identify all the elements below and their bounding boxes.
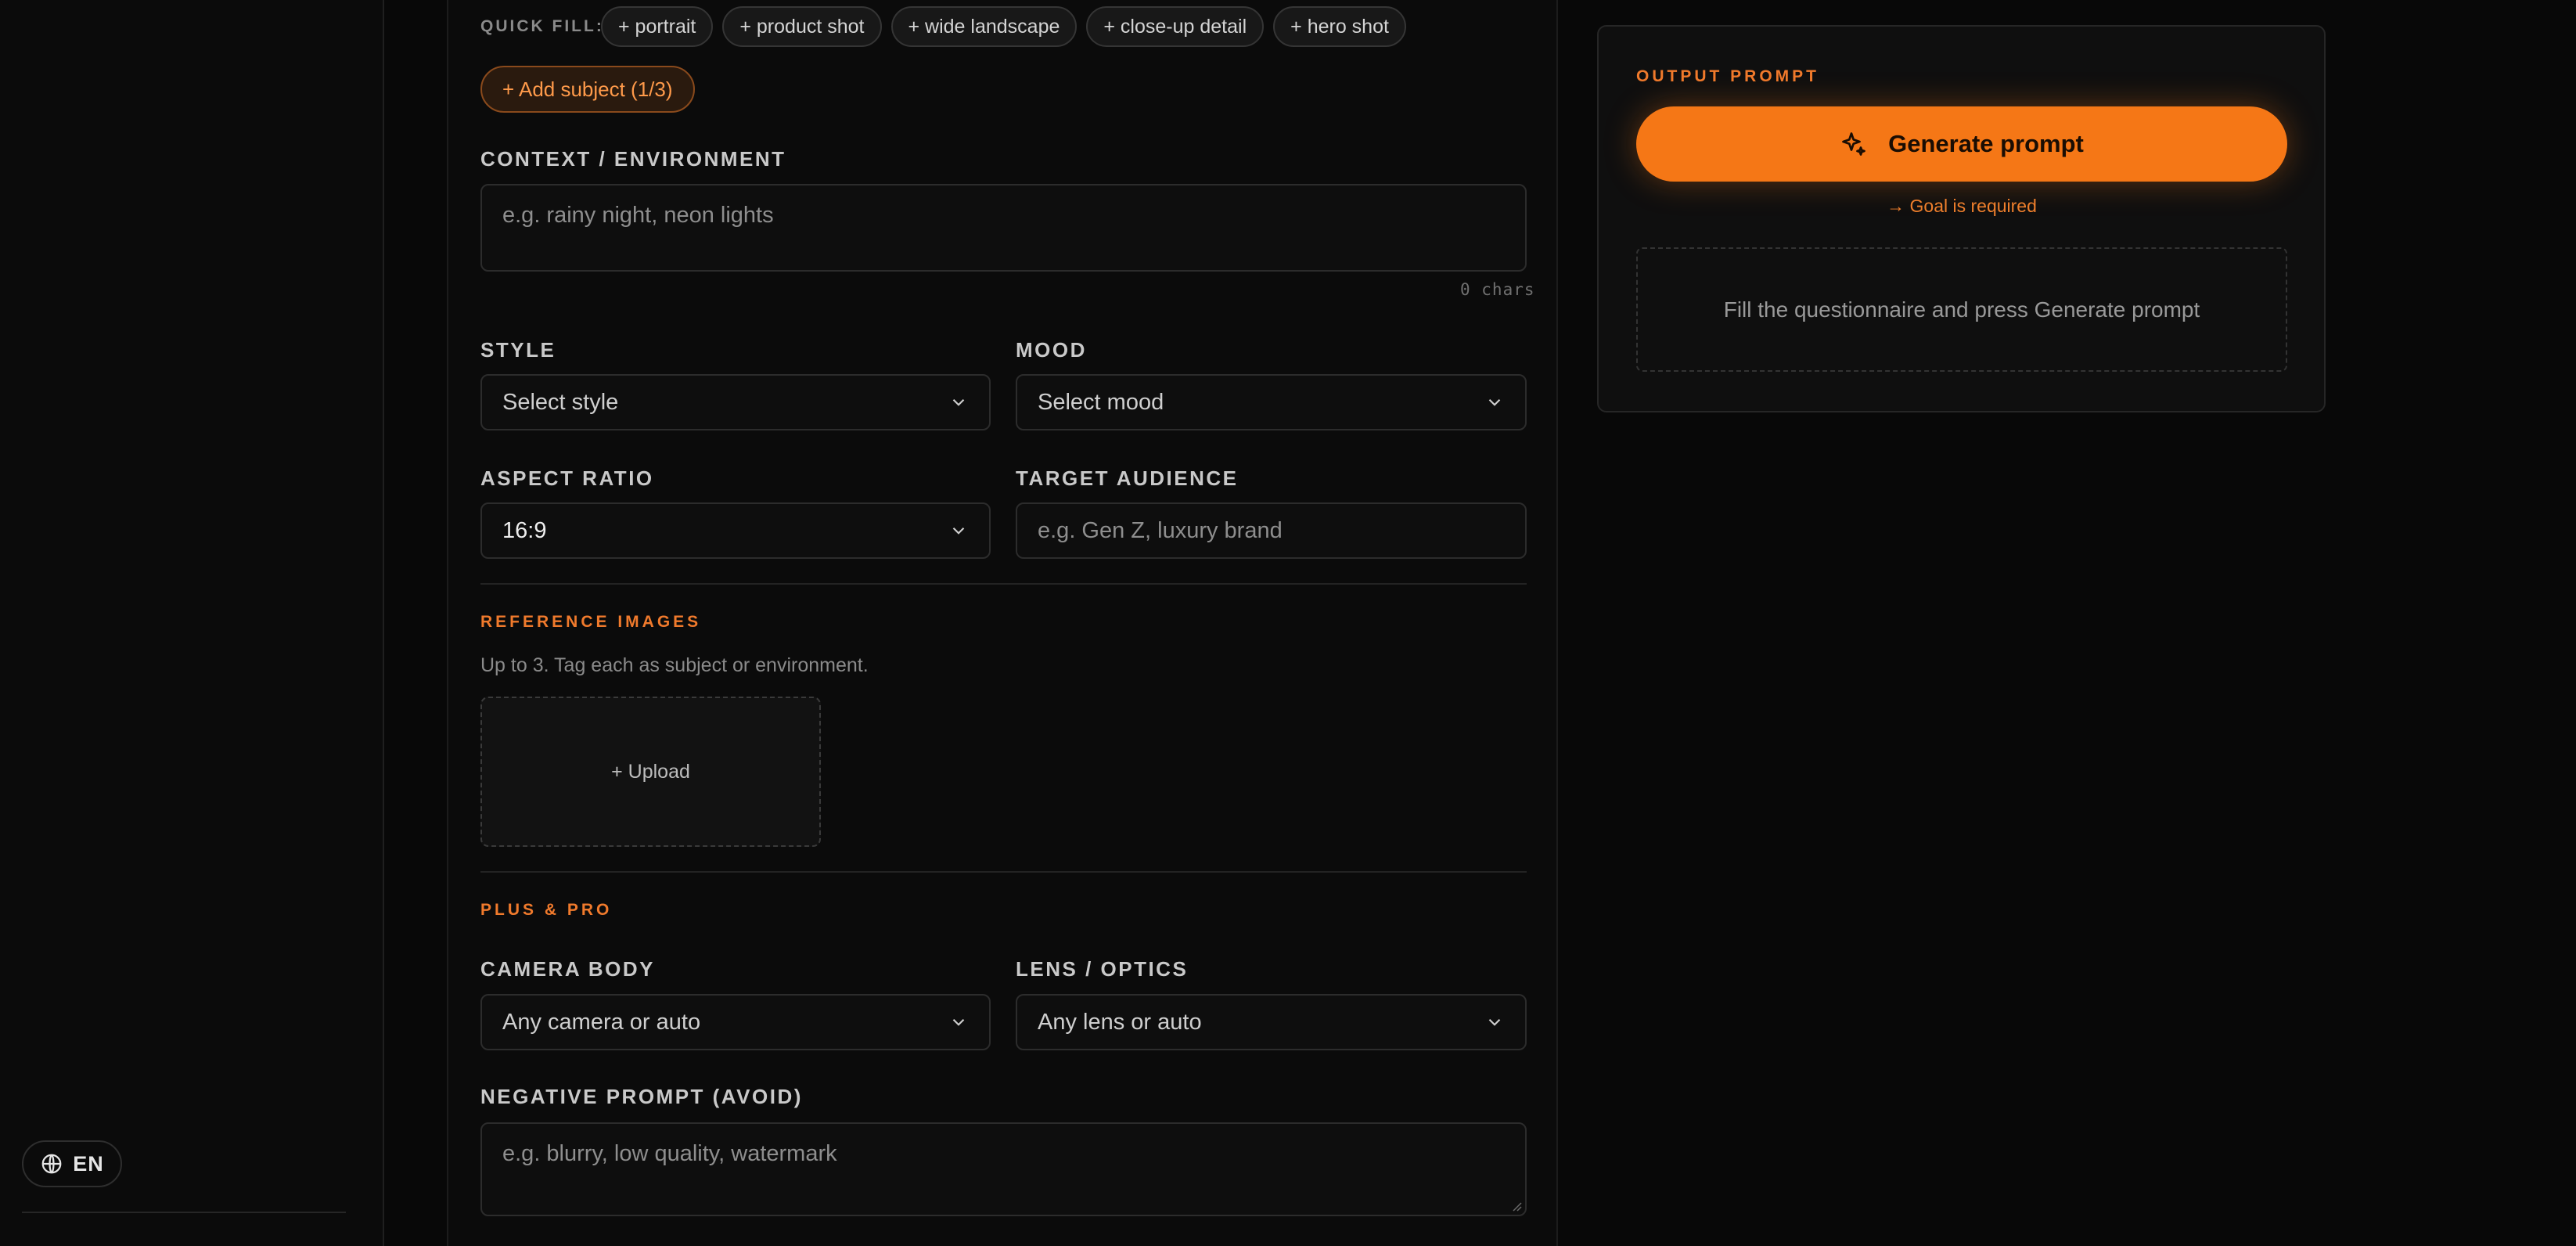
mood-select[interactable]: Select mood xyxy=(1016,374,1527,430)
sidebar: EN xyxy=(0,0,384,1246)
lens-optics-label: LENS / OPTICS xyxy=(1016,957,1189,981)
language-switcher[interactable]: EN xyxy=(22,1140,122,1187)
style-value: Select style xyxy=(502,389,619,415)
context-char-counter: 0 chars xyxy=(1460,280,1535,299)
upload-label: + Upload xyxy=(611,760,690,783)
chevron-down-icon xyxy=(1488,1018,1501,1026)
chevron-down-icon xyxy=(952,527,965,535)
context-label: CONTEXT / ENVIRONMENT xyxy=(480,147,786,171)
target-audience-placeholder: e.g. Gen Z, luxury brand xyxy=(1038,517,1283,543)
aspect-ratio-select[interactable]: 16:9 xyxy=(480,502,991,559)
quick-fill-chips: + portrait + product shot + wide landsca… xyxy=(601,6,1406,47)
target-audience-label: TARGET AUDIENCE xyxy=(1016,466,1239,490)
quick-fill-chip-close-up-detail[interactable]: + close-up detail xyxy=(1086,6,1265,47)
chevron-down-icon xyxy=(952,398,965,406)
lens-optics-select[interactable]: Any lens or auto xyxy=(1016,994,1527,1050)
reference-images-heading: REFERENCE IMAGES xyxy=(480,613,702,631)
camera-body-value: Any camera or auto xyxy=(502,1009,701,1035)
lens-optics-value: Any lens or auto xyxy=(1038,1009,1202,1035)
camera-body-label: CAMERA BODY xyxy=(480,957,655,981)
mood-label: MOOD xyxy=(1016,338,1087,362)
negative-prompt-placeholder: e.g. blurry, low quality, watermark xyxy=(502,1141,837,1166)
upload-dropzone[interactable]: + Upload xyxy=(480,697,821,847)
chevron-down-icon xyxy=(1488,398,1501,406)
language-label: EN xyxy=(73,1151,104,1176)
style-select[interactable]: Select style xyxy=(480,374,991,430)
add-subject-button[interactable]: + Add subject (1/3) xyxy=(480,66,695,113)
camera-body-select[interactable]: Any camera or auto xyxy=(480,994,991,1050)
quick-fill-chip-hero-shot[interactable]: + hero shot xyxy=(1273,6,1406,47)
negative-prompt-textarea[interactable]: e.g. blurry, low quality, watermark xyxy=(480,1122,1527,1216)
chevron-down-icon xyxy=(952,1018,965,1026)
aspect-ratio-value: 16:9 xyxy=(502,517,547,543)
reference-images-hint: Up to 3. Tag each as subject or environm… xyxy=(480,654,869,676)
resize-handle-icon[interactable] xyxy=(1509,1199,1522,1212)
context-placeholder: e.g. rainy night, neon lights xyxy=(502,203,774,228)
output-empty-text: Fill the questionnaire and press Generat… xyxy=(1723,297,2200,322)
aspect-ratio-label: ASPECT RATIO xyxy=(480,466,654,490)
negative-prompt-label: NEGATIVE PROMPT (AVOID) xyxy=(480,1085,803,1108)
section-divider xyxy=(480,583,1527,585)
quick-fill-chip-wide-landscape[interactable]: + wide landscape xyxy=(890,6,1078,47)
style-label: STYLE xyxy=(480,338,556,362)
mood-value: Select mood xyxy=(1038,389,1164,415)
goal-required-message: → Goal is required xyxy=(1887,196,2037,216)
sidebar-divider xyxy=(22,1212,346,1213)
output-prompt-heading: OUTPUT PROMPT xyxy=(1636,67,1819,85)
generate-prompt-button[interactable]: Generate prompt xyxy=(1636,106,2287,182)
globe-icon xyxy=(41,1154,62,1174)
section-divider xyxy=(480,871,1527,873)
quick-fill-chip-portrait[interactable]: + portrait xyxy=(601,6,714,47)
context-textarea[interactable]: e.g. rainy night, neon lights xyxy=(480,184,1527,272)
quick-fill-label: QUICK FILL: xyxy=(480,17,604,35)
generate-prompt-label: Generate prompt xyxy=(1888,130,2084,157)
output-empty-state: Fill the questionnaire and press Generat… xyxy=(1636,247,2287,372)
target-audience-input[interactable]: e.g. Gen Z, luxury brand xyxy=(1016,502,1527,559)
sparkle-icon xyxy=(1842,132,1865,156)
plus-pro-heading: PLUS & PRO xyxy=(480,901,613,919)
quick-fill-chip-product-shot[interactable]: + product shot xyxy=(722,6,882,47)
